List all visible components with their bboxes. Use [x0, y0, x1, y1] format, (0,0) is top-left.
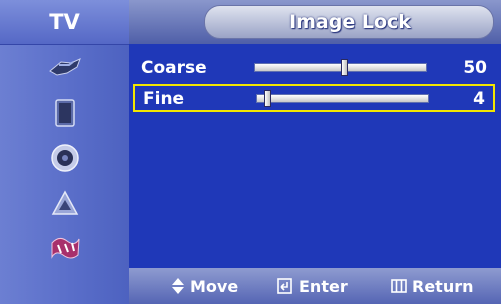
coarse-slider-handle[interactable]	[340, 59, 348, 76]
fine-label: Fine	[143, 89, 185, 109]
menu-icon	[391, 279, 407, 293]
sidebar-item-channel[interactable]	[0, 136, 129, 180]
return-label: Return	[412, 276, 474, 296]
sidebar-item-setup[interactable]	[0, 181, 129, 225]
osd-screen: TV Image Lock Coarse 50 Fine 4 Move Ente…	[0, 0, 501, 304]
sidebar-item-picture[interactable]	[0, 46, 129, 90]
sound-icon	[54, 99, 75, 127]
enter-label: Enter	[299, 276, 348, 296]
sidebar-title: TV	[0, 0, 129, 45]
move-label: Move	[190, 276, 239, 296]
input-icon	[51, 237, 79, 259]
page-title: Image Lock	[289, 11, 411, 33]
fine-slider[interactable]	[256, 90, 429, 107]
enter-hint: Enter	[277, 268, 348, 304]
coarse-label: Coarse	[141, 58, 207, 78]
updown-arrow-icon	[172, 278, 184, 294]
fine-value: 4	[473, 89, 485, 109]
setting-row-fine[interactable]: Fine 4	[133, 84, 495, 112]
setting-row-coarse[interactable]: Coarse 50	[133, 55, 495, 83]
sidebar-item-input[interactable]	[0, 226, 129, 270]
coarse-value: 50	[463, 58, 487, 78]
picture-icon	[48, 58, 81, 76]
fine-slider-handle[interactable]	[263, 90, 271, 107]
enter-icon	[277, 278, 292, 294]
sidebar-item-sound[interactable]	[0, 91, 129, 135]
return-hint: Return	[391, 268, 474, 304]
header-bar: Image Lock	[129, 0, 501, 44]
setup-icon	[51, 190, 78, 215]
footer-bar: Move Enter Return	[129, 268, 501, 304]
coarse-slider[interactable]	[254, 59, 427, 76]
channel-icon	[50, 144, 79, 172]
move-hint: Move	[171, 268, 238, 304]
sidebar: TV	[0, 0, 129, 304]
